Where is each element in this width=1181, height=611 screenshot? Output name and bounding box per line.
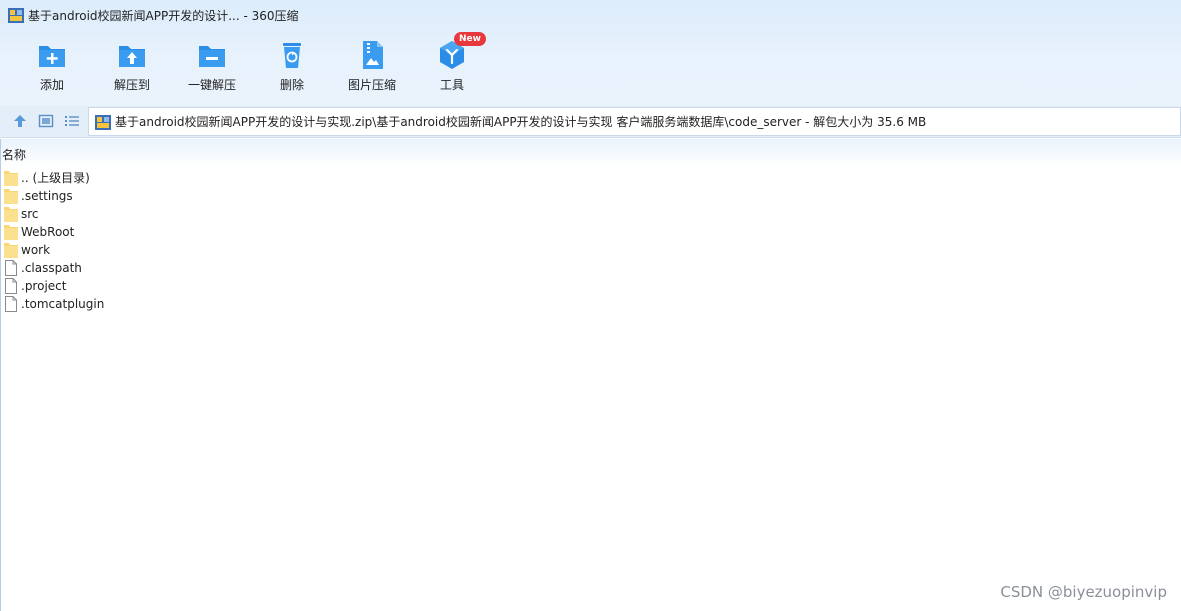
extract-to-icon xyxy=(119,46,145,67)
delete-icon xyxy=(283,43,301,68)
image-compress-icon xyxy=(363,41,383,69)
left-border xyxy=(0,139,1,611)
address-bar[interactable]: 基于android校园新闻APP开发的设计与实现.zip\基于android校园… xyxy=(88,107,1181,136)
one-click-extract-button[interactable]: 一键解压 xyxy=(172,36,252,100)
navigation-bar: 基于android校园新闻APP开发的设计与实现.zip\基于android校园… xyxy=(0,106,1181,138)
watermark: CSDN @biyezuopinvip xyxy=(1000,583,1167,601)
extract-to-label: 解压到 xyxy=(113,78,150,92)
list-item[interactable]: .project xyxy=(4,277,304,295)
thumbnail-view-icon[interactable] xyxy=(38,113,54,129)
delete-button[interactable]: 删除 xyxy=(252,36,332,100)
address-path: 基于android校园新闻APP开发的设计与实现.zip\基于android校园… xyxy=(115,115,927,129)
folder-icon xyxy=(4,225,18,240)
delete-label: 删除 xyxy=(279,78,304,92)
item-name: .. (上级目录) xyxy=(21,171,90,185)
list-item[interactable]: src xyxy=(4,205,304,223)
add-button[interactable]: 添加 xyxy=(12,36,92,100)
list-item[interactable]: WebRoot xyxy=(4,223,304,241)
top-bar: 基于android校园新闻APP开发的设计... - 360压缩 添加 解压到 xyxy=(0,0,1181,106)
file-icon xyxy=(5,260,17,276)
item-name: .tomcatplugin xyxy=(21,297,105,311)
window-title: 基于android校园新闻APP开发的设计... - 360压缩 xyxy=(28,9,299,23)
up-arrow-icon[interactable] xyxy=(12,113,28,129)
folder-icon xyxy=(4,189,18,204)
one-click-extract-icon xyxy=(199,46,225,67)
tools-button[interactable]: New 工具 xyxy=(412,32,492,100)
folder-icon xyxy=(4,243,18,258)
list-item-parent-dir[interactable]: .. (上级目录) xyxy=(4,169,304,187)
item-name: src xyxy=(21,207,39,221)
add-label: 添加 xyxy=(39,78,64,92)
list-view-icon[interactable] xyxy=(64,113,80,129)
image-compress-label: 图片压缩 xyxy=(347,78,396,92)
archive-app-icon xyxy=(8,8,24,23)
list-item[interactable]: .settings xyxy=(4,187,304,205)
item-name: .project xyxy=(21,279,67,293)
list-item[interactable]: .classpath xyxy=(4,259,304,277)
archive-icon xyxy=(95,115,111,130)
list-item[interactable]: .tomcatplugin xyxy=(4,295,304,313)
item-name: .classpath xyxy=(21,261,82,275)
new-badge: New xyxy=(454,32,486,46)
item-name: work xyxy=(21,243,51,257)
file-icon xyxy=(5,278,17,294)
item-name: WebRoot xyxy=(21,225,75,239)
add-icon xyxy=(39,46,65,67)
title-bar: 基于android校园新闻APP开发的设计... - 360压缩 xyxy=(0,0,1181,32)
extract-to-button[interactable]: 解压到 xyxy=(92,36,172,100)
image-compress-button[interactable]: 图片压缩 xyxy=(332,36,412,100)
list-item[interactable]: work xyxy=(4,241,304,259)
file-icon xyxy=(5,296,17,312)
tools-label: 工具 xyxy=(439,78,464,92)
column-header: 名称 xyxy=(0,139,1181,167)
item-name: .settings xyxy=(21,189,73,203)
folder-icon xyxy=(4,207,18,222)
column-name-header[interactable]: 名称 xyxy=(2,148,26,162)
one-click-extract-label: 一键解压 xyxy=(187,78,236,92)
folder-icon xyxy=(4,171,18,186)
